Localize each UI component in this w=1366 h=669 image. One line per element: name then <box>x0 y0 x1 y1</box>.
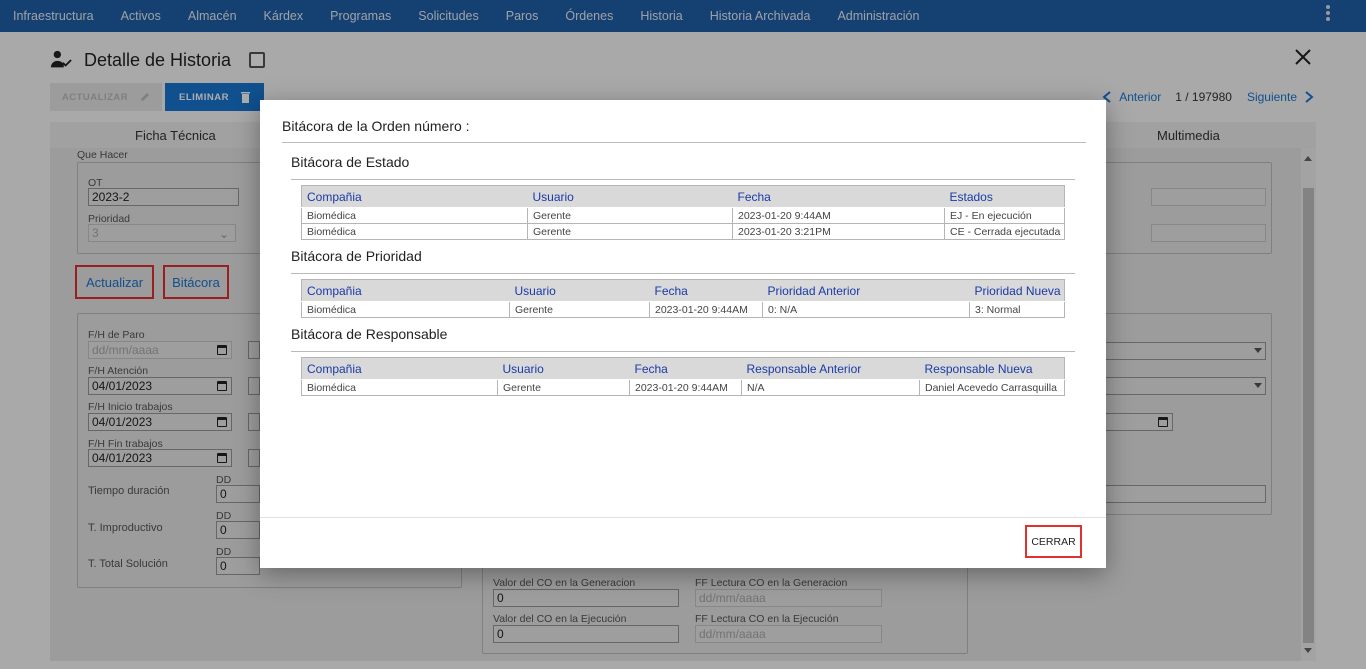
table-cell: 0: N/A <box>762 301 970 318</box>
table-row: Biomédica Gerente 2023-01-20 3:21PM CE -… <box>301 223 1065 240</box>
col-header: Fecha <box>629 357 742 380</box>
table-cell: Daniel Acevedo Carrasquilla <box>919 379 1065 396</box>
table-row: Biomédica Gerente 2023-01-20 9:44AM N/A … <box>301 379 1065 396</box>
table-cell: 2023-01-20 9:44AM <box>732 207 945 224</box>
estado-table-header: Compañia Usuario Fecha Estados <box>301 185 1065 208</box>
table-cell: Gerente <box>509 301 650 318</box>
table-row: Biomédica Gerente 2023-01-20 9:44AM EJ -… <box>301 207 1065 224</box>
col-header: Compañia <box>301 279 510 302</box>
col-header: Fecha <box>732 185 945 208</box>
table-cell: 2023-01-20 3:21PM <box>732 223 945 240</box>
estado-divider <box>291 179 1075 180</box>
col-header: Fecha <box>649 279 763 302</box>
responsable-divider <box>291 351 1075 352</box>
col-header: Usuario <box>527 185 733 208</box>
prioridad-table: Compañia Usuario Fecha Prioridad Anterio… <box>301 279 1065 318</box>
table-cell: 2023-01-20 9:44AM <box>649 301 763 318</box>
table-cell: CE - Cerrada ejecutada <box>944 223 1065 240</box>
col-header: Responsable Anterior <box>741 357 920 380</box>
table-cell: N/A <box>741 379 920 396</box>
table-cell: Biomédica <box>301 223 528 240</box>
prioridad-table-header: Compañia Usuario Fecha Prioridad Anterio… <box>301 279 1065 302</box>
table-row: Biomédica Gerente 2023-01-20 9:44AM 0: N… <box>301 301 1065 318</box>
col-header: Compañia <box>301 357 498 380</box>
prioridad-divider <box>291 273 1075 274</box>
table-cell: Biomédica <box>301 301 510 318</box>
col-header: Responsable Nueva <box>919 357 1065 380</box>
estado-table: Compañia Usuario Fecha Estados Biomédica… <box>301 185 1065 240</box>
responsable-section-title: Bitácora de Responsable <box>291 326 448 342</box>
col-header: Usuario <box>497 357 630 380</box>
modal-footer-divider <box>260 517 1106 518</box>
col-header: Compañia <box>301 185 528 208</box>
prioridad-section-title: Bitácora de Prioridad <box>291 248 422 264</box>
col-header: Prioridad Nueva <box>969 279 1065 302</box>
table-cell: EJ - En ejecución <box>944 207 1065 224</box>
title-divider <box>282 142 1086 143</box>
table-cell: Gerente <box>527 207 733 224</box>
responsable-table: Compañia Usuario Fecha Responsable Anter… <box>301 357 1065 396</box>
table-cell: Gerente <box>497 379 630 396</box>
estado-section-title: Bitácora de Estado <box>291 154 410 170</box>
responsable-table-header: Compañia Usuario Fecha Responsable Anter… <box>301 357 1065 380</box>
close-button[interactable]: CERRAR <box>1025 525 1082 558</box>
table-cell: Biomédica <box>301 207 528 224</box>
table-cell: 2023-01-20 9:44AM <box>629 379 742 396</box>
modal-title: Bitácora de la Orden número : <box>282 118 470 134</box>
table-cell: Biomédica <box>301 379 498 396</box>
table-cell: 3: Normal <box>969 301 1065 318</box>
bitacora-modal: Bitácora de la Orden número : Bitácora d… <box>260 100 1106 568</box>
col-header: Usuario <box>509 279 650 302</box>
col-header: Estados <box>944 185 1065 208</box>
table-cell: Gerente <box>527 223 733 240</box>
col-header: Prioridad Anterior <box>762 279 970 302</box>
